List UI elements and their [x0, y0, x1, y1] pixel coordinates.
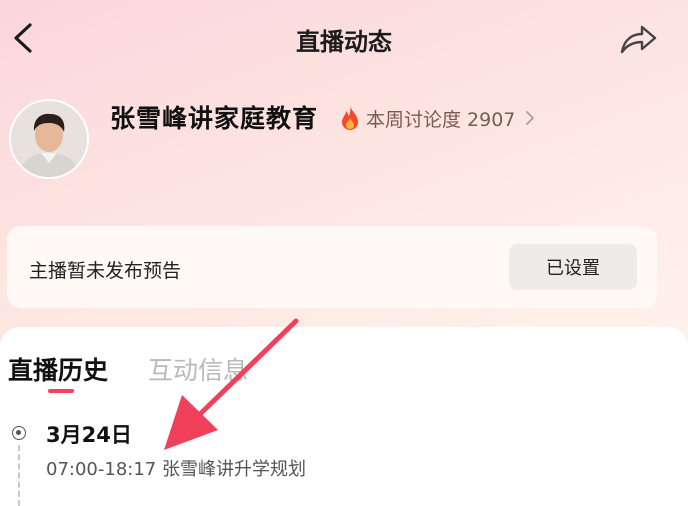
timeline-line [18, 445, 20, 506]
history-date: 3月24日 [46, 423, 132, 447]
weekly-discussion-text: 本周讨论度 2907 [366, 108, 516, 131]
tab-live-history[interactable]: 直播历史 [8, 351, 108, 387]
page-title: 直播动态 [296, 28, 392, 56]
history-panel: 直播历史 互动信息 3月24日 07:00-18:17 张雪峰讲升学规划 [0, 327, 688, 506]
preview-notice-text: 主播暂未发布预告 [29, 260, 182, 282]
flame-icon [342, 106, 358, 130]
history-entry[interactable]: 07:00-18:17 张雪峰讲升学规划 [46, 455, 306, 481]
tab-interaction-info[interactable]: 互动信息 [148, 351, 248, 387]
active-tab-indicator [48, 389, 74, 393]
weekly-discussion-link[interactable]: 本周讨论度 2907 [340, 104, 535, 132]
anchor-avatar[interactable] [9, 99, 89, 179]
reminder-set-button[interactable]: 已设置 [509, 244, 637, 290]
chevron-right-icon [526, 111, 535, 125]
top-nav-bar: 直播动态 [0, 0, 688, 78]
preview-notice-card: 主播暂未发布预告 已设置 [7, 226, 657, 308]
timeline-dot [12, 426, 26, 440]
avatar-photo [11, 101, 87, 177]
share-button[interactable] [616, 20, 660, 60]
anchor-name[interactable]: 张雪峰讲家庭教育 [110, 99, 318, 135]
share-icon [620, 25, 657, 54]
